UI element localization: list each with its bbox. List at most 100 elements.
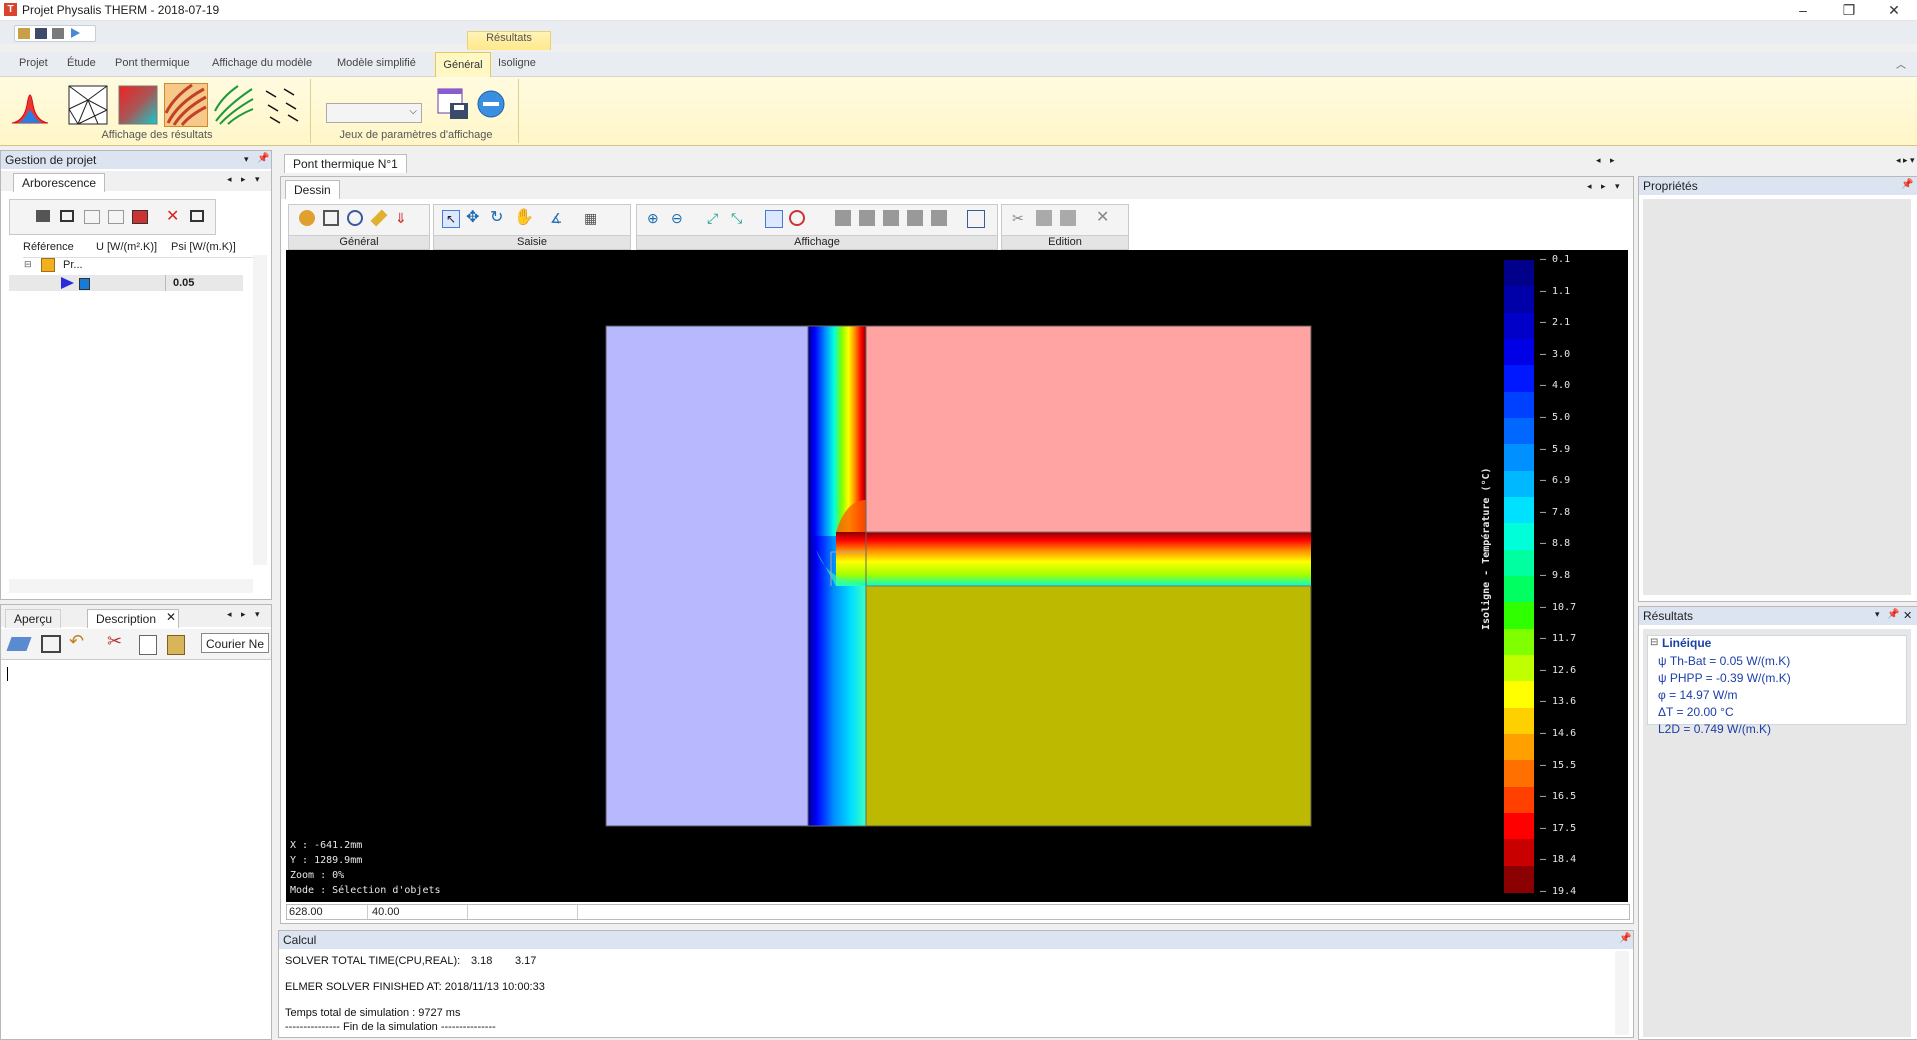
expand-icon[interactable]: ⊟ — [24, 259, 32, 270]
image-icon[interactable] — [323, 210, 339, 226]
isoline-fill-icon[interactable] — [164, 83, 208, 127]
zoom-in-icon[interactable]: ⊕ — [647, 210, 663, 226]
pin-icon[interactable]: 📌 — [1619, 933, 1631, 944]
gaussian-icon[interactable] — [10, 85, 50, 125]
tree-row-selected[interactable]: 0.05 — [9, 275, 243, 291]
scroll-left-icon[interactable]: ◂ — [227, 174, 232, 185]
cut-icon[interactable]: ✂ — [107, 631, 122, 652]
close-tab-icon[interactable]: ✕ — [166, 610, 176, 624]
exterior-zone[interactable] — [605, 325, 809, 827]
calcul-scrollbar[interactable] — [1615, 951, 1629, 1035]
pin-icon[interactable]: 📌 — [1901, 179, 1913, 190]
isoline-icon[interactable] — [214, 85, 254, 125]
scroll-left-icon[interactable]: ◂ — [227, 609, 232, 620]
import-icon[interactable]: ⇓ — [395, 210, 411, 226]
copy-icon[interactable] — [1036, 210, 1052, 226]
collapse-ribbon-icon[interactable]: ︿ — [1896, 56, 1906, 71]
save-icon[interactable] — [35, 28, 47, 39]
indent-left-icon[interactable] — [84, 210, 100, 224]
copy-icon[interactable] — [139, 635, 157, 655]
gradient-icon[interactable] — [118, 85, 158, 125]
scroll-right-icon[interactable]: ▸ — [1610, 155, 1615, 166]
y-align-icon[interactable] — [907, 210, 923, 226]
select-arrow-icon[interactable]: ↖ — [442, 210, 460, 228]
zoom-out-icon[interactable]: ⊖ — [671, 210, 687, 226]
tab-dessin[interactable]: Dessin — [285, 180, 340, 199]
tab-list-icon[interactable]: ◂ ▸ ▾ — [1896, 155, 1915, 166]
target-icon[interactable] — [789, 210, 805, 226]
delete-icon[interactable]: ✕ — [166, 206, 179, 226]
tab-etude[interactable]: Étude — [67, 57, 96, 69]
cut-icon[interactable]: ✂ — [1012, 210, 1028, 226]
move-icon[interactable]: ✥ — [466, 210, 482, 226]
minimize-button[interactable]: – — [1780, 0, 1826, 20]
slab-isotherms[interactable] — [836, 532, 1311, 586]
link-icon[interactable] — [347, 210, 363, 226]
collapse-icon[interactable]: ⊟ — [1650, 637, 1658, 648]
ruler-icon[interactable] — [370, 209, 388, 227]
tab-general[interactable]: Général — [435, 52, 491, 77]
draw-icon[interactable]: ∡ — [550, 210, 566, 226]
x-axis-icon[interactable] — [835, 210, 851, 226]
pan-icon[interactable]: ✋ — [514, 210, 534, 226]
save-display-set-icon[interactable] — [436, 87, 470, 121]
layers-view-icon[interactable] — [967, 210, 985, 228]
tab-apercu[interactable]: Aperçu — [5, 609, 62, 628]
layers-icon[interactable] — [36, 210, 50, 222]
export-icon[interactable] — [60, 210, 74, 222]
eraser-icon[interactable] — [6, 637, 32, 651]
scroll-left-icon[interactable]: ◂ — [1587, 181, 1592, 192]
grid-icon[interactable]: ▦ — [584, 210, 600, 226]
close-icon[interactable]: ✕ — [1903, 609, 1912, 622]
rotate-icon[interactable]: ↻ — [490, 210, 506, 226]
tab-modele-simplifie[interactable]: Modèle simplifié — [337, 57, 416, 69]
tab-pont-thermique-1[interactable]: Pont thermique N°1 — [284, 154, 407, 173]
remove-display-set-icon[interactable] — [476, 89, 506, 119]
tree-root-label[interactable]: Pr... — [63, 259, 83, 271]
print-icon[interactable] — [52, 28, 64, 39]
paste-icon[interactable] — [1060, 210, 1076, 226]
table-icon[interactable] — [132, 210, 148, 224]
tab-projet[interactable]: Projet — [19, 57, 48, 69]
scroll-left-icon[interactable]: ◂ — [1596, 155, 1601, 166]
tab-pont-thermique[interactable]: Pont thermique — [115, 57, 190, 69]
delete-icon[interactable]: ✕ — [1096, 210, 1112, 226]
rename-icon[interactable] — [190, 210, 204, 222]
display-set-select[interactable]: ⌵ — [326, 103, 422, 123]
tree-scrollbar[interactable] — [253, 255, 267, 565]
flux-vectors-icon[interactable] — [262, 85, 302, 125]
undo-icon[interactable]: ↶ — [69, 631, 84, 652]
lower-room-zone[interactable] — [865, 585, 1312, 827]
hand-icon[interactable] — [299, 210, 315, 226]
panel-menu-icon[interactable]: ▾ — [1875, 609, 1880, 620]
z-axis-icon[interactable] — [931, 210, 947, 226]
restore-button[interactable]: ❐ — [1826, 0, 1872, 20]
tree-hscrollbar[interactable] — [9, 579, 253, 593]
zoom-extents-icon[interactable]: ⤢ — [707, 210, 723, 226]
close-button[interactable]: ✕ — [1871, 0, 1917, 20]
tab-isoligne[interactable]: Isoligne — [498, 57, 536, 69]
scroll-right-icon[interactable]: ▸ — [241, 174, 246, 185]
mesh-icon[interactable] — [68, 85, 108, 125]
open-icon[interactable] — [18, 28, 30, 39]
tab-list-icon[interactable]: ▾ — [1615, 181, 1620, 192]
font-select[interactable]: Courier Ne — [201, 633, 269, 653]
tab-list-icon[interactable]: ▾ — [255, 609, 260, 620]
drawing-canvas[interactable]: X : -641.2mm Y : 1289.9mm Zoom : 0% Mode… — [286, 250, 1628, 902]
y-axis-icon[interactable] — [883, 210, 899, 226]
description-editor[interactable] — [3, 663, 265, 1035]
indent-right-icon[interactable] — [108, 210, 124, 224]
zoom-window-icon[interactable]: ⤡ — [731, 210, 747, 226]
print-icon[interactable] — [41, 635, 61, 653]
scroll-right-icon[interactable]: ▸ — [1601, 181, 1606, 192]
tab-list-icon[interactable]: ▾ — [255, 174, 260, 185]
scroll-right-icon[interactable]: ▸ — [241, 609, 246, 620]
pin-icon[interactable]: 📌 — [1887, 609, 1899, 620]
upper-room-zone[interactable] — [865, 325, 1312, 533]
paste-icon[interactable] — [167, 635, 185, 655]
panel-menu-icon[interactable]: ▾ — [244, 154, 249, 165]
tab-arborescence[interactable]: Arborescence — [13, 173, 106, 192]
run-icon[interactable] — [71, 28, 80, 38]
pin-icon[interactable]: 📌 — [257, 153, 269, 164]
refresh-icon[interactable] — [765, 210, 783, 228]
